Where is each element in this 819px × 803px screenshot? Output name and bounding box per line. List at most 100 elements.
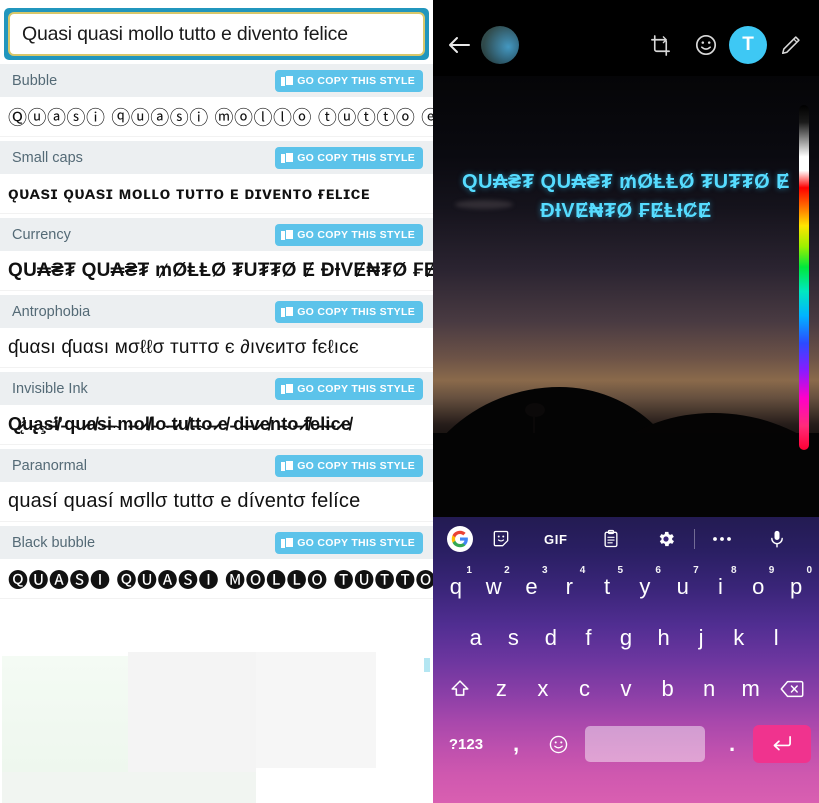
- key-label: d: [544, 624, 557, 650]
- copy-icon: [281, 228, 295, 241]
- key-y[interactable]: 6y: [626, 563, 664, 611]
- overlay-text[interactable]: QU₳₴₮ QU₳₴₮ ₥ØⱠⱠØ ₮U₮₮Ø Ɇ ĐƗVɆ₦₮Ø ₣ɆⱠƗȻɆ: [433, 168, 819, 226]
- back-button[interactable]: [439, 25, 479, 65]
- key-v[interactable]: v: [605, 665, 647, 713]
- key-label: j: [698, 624, 704, 650]
- sticker-button[interactable]: [473, 524, 528, 554]
- copy-style-button[interactable]: GO COPY THIS STYLE: [275, 377, 423, 400]
- google-logo-button[interactable]: [447, 526, 473, 552]
- key-label: w: [485, 573, 502, 599]
- key-p[interactable]: 0p: [777, 563, 815, 611]
- style-preview[interactable]: QU₳₴₮ QU₳₴₮ ₥ØⱠⱠØ ₮U₮₮Ø Ɇ ĐƗVɆ₦₮Ø ₣ɆⱠƗȻɆ: [0, 251, 433, 291]
- key-number-hint: 9: [768, 564, 775, 576]
- avatar[interactable]: [481, 26, 519, 64]
- text-tool-button[interactable]: T: [729, 26, 767, 64]
- key-t[interactable]: 5t: [588, 563, 626, 611]
- keyboard: GIF 1 q 2 w 3 e 4 r 5 t 6 y 7 u 8 i 9 o …: [433, 517, 819, 803]
- copy-style-button[interactable]: GO COPY THIS STYLE: [275, 300, 423, 323]
- key-w[interactable]: 2w: [475, 563, 513, 611]
- comma-key[interactable]: ,: [495, 731, 537, 757]
- symbols-key[interactable]: ?123: [437, 736, 495, 753]
- key-label: c: [578, 675, 590, 701]
- space-key[interactable]: [585, 726, 705, 762]
- copy-style-button[interactable]: GO COPY THIS STYLE: [275, 223, 423, 246]
- backspace-key[interactable]: [771, 665, 813, 713]
- copy-style-button[interactable]: GO COPY THIS STYLE: [275, 454, 423, 477]
- more-options-button[interactable]: [695, 524, 750, 554]
- key-label: o: [752, 573, 765, 599]
- style-header: Bubble GO COPY THIS STYLE: [0, 64, 433, 97]
- key-o[interactable]: 9o: [739, 563, 777, 611]
- style-block: Small caps GO COPY THIS STYLE ǫᴜᴀsɪ ǫᴜᴀsɪ …: [0, 141, 433, 214]
- photo-canvas[interactable]: [433, 76, 819, 517]
- gif-button[interactable]: GIF: [528, 524, 583, 554]
- key-c[interactable]: c: [564, 665, 606, 713]
- key-label: s: [507, 624, 519, 650]
- text-input-container: Quasi quasi mollo tutto e divento felice: [4, 8, 429, 60]
- key-n[interactable]: n: [688, 665, 730, 713]
- microphone-icon: [771, 530, 784, 548]
- clipboard-button[interactable]: [583, 524, 638, 554]
- crop-button[interactable]: [641, 26, 679, 64]
- key-l[interactable]: l: [757, 614, 795, 662]
- style-list: Bubble GO COPY THIS STYLE Ⓠⓤⓐⓢⓘ ⓠⓤⓐⓢⓘ ⓜⓞⓛⓛ…: [0, 64, 433, 599]
- draw-button[interactable]: [771, 26, 809, 64]
- key-label: h: [657, 624, 670, 650]
- copy-style-button[interactable]: GO COPY THIS STYLE: [275, 531, 423, 554]
- key-b[interactable]: b: [647, 665, 689, 713]
- key-q[interactable]: 1q: [437, 563, 475, 611]
- key-s[interactable]: s: [495, 614, 533, 662]
- enter-key[interactable]: [753, 725, 811, 763]
- key-a[interactable]: a: [457, 614, 495, 662]
- settings-button[interactable]: [639, 524, 694, 554]
- period-key[interactable]: .: [711, 731, 753, 757]
- key-k[interactable]: k: [720, 614, 758, 662]
- copy-style-button[interactable]: GO COPY THIS STYLE: [275, 69, 423, 92]
- key-u[interactable]: 7u: [664, 563, 702, 611]
- emoji-key[interactable]: [537, 734, 579, 755]
- key-z[interactable]: z: [481, 665, 523, 713]
- style-preview[interactable]: Q̷̨̛u̵̢a̴̧s̶̛i̸̛ ̵q̴u̷a̸s̶i̵ ̴m̶o̷l̸l̵o̴…: [0, 405, 433, 445]
- copy-icon: [281, 151, 295, 164]
- keyboard-row-2: asd f gh j k l: [437, 612, 815, 663]
- microphone-button[interactable]: [750, 524, 805, 554]
- key-label: f: [585, 624, 592, 650]
- key-m[interactable]: m: [730, 665, 772, 713]
- style-header: Paranormal GO COPY THIS STYLE: [0, 449, 433, 482]
- key-e[interactable]: 3e: [513, 563, 551, 611]
- key-i[interactable]: 8i: [702, 563, 740, 611]
- copy-icon: [281, 459, 295, 472]
- key-h[interactable]: h: [645, 614, 683, 662]
- style-block: Currency GO COPY THIS STYLE QU₳₴₮ QU₳₴₮ ₥Ø…: [0, 218, 433, 291]
- key-label: x: [537, 675, 549, 701]
- style-name: Antrophobia: [12, 303, 91, 320]
- style-preview[interactable]: quasí quasí мσllσ tuttσ e díventσ felíce: [0, 482, 433, 522]
- color-picker-slider[interactable]: [799, 105, 809, 450]
- key-f[interactable]: f: [570, 614, 608, 662]
- footer-block-1: [2, 656, 128, 772]
- key-label: a: [469, 624, 482, 650]
- style-preview[interactable]: ǫᴜᴀsɪ ǫᴜᴀsɪ ᴍᴏʟʟᴏ ᴛᴜᴛᴛᴏ ᴇ ᴅɪᴠᴇɴᴛᴏ ғᴇʟɪᴄᴇ: [0, 174, 433, 214]
- style-name: Small caps: [12, 149, 83, 166]
- shift-key[interactable]: [439, 665, 481, 713]
- emoji-smiley-icon: [695, 34, 717, 56]
- key-x[interactable]: x: [522, 665, 564, 713]
- style-name: Paranormal: [12, 457, 87, 474]
- copy-style-button[interactable]: GO COPY THIS STYLE: [275, 146, 423, 169]
- copy-button-label: GO COPY THIS STYLE: [297, 536, 415, 549]
- crop-rotate-icon: [650, 34, 670, 56]
- key-r[interactable]: 4r: [550, 563, 588, 611]
- copy-button-label: GO COPY THIS STYLE: [297, 228, 415, 241]
- emoji-button[interactable]: [687, 26, 725, 64]
- style-preview[interactable]: Ⓠⓤⓐⓢⓘ ⓠⓤⓐⓢⓘ ⓜⓞⓛⓛⓞ ⓣⓤⓣⓣⓞ ⓔ ⓓⓘⓥⓔⓝⓣⓞ ⓕⓔⓛⓘⓒⓔ: [0, 97, 433, 137]
- key-g[interactable]: g: [607, 614, 645, 662]
- text-input[interactable]: Quasi quasi mollo tutto e divento felice: [8, 12, 425, 56]
- key-d[interactable]: d: [532, 614, 570, 662]
- backspace-icon: [780, 680, 804, 697]
- style-preview[interactable]: 🅠🅤🅐🅢🅘 🅠🅤🅐🅢🅘 🅜🅞🅛🅛🅞 🅣🅤🅣🅣🅞 🅔 🅓🅘🅥🅔🅝🅣🅞 🅕🅔🅛🅘🅒🅔: [0, 559, 433, 599]
- footer-block-4: [2, 772, 256, 803]
- key-j[interactable]: j: [682, 614, 720, 662]
- gif-label: GIF: [544, 531, 568, 547]
- photo-editor-panel: T QU₳₴₮ QU₳₴₮ ₥ØⱠⱠØ ₮U₮₮Ø Ɇ ĐƗVɆ₦₮Ø ₣ɆⱠƗ…: [433, 0, 819, 803]
- style-preview[interactable]: ʠuαsı ʠuαsı мσℓℓσ тuттσ є ∂ıvєитσ fєℓıcє: [0, 328, 433, 368]
